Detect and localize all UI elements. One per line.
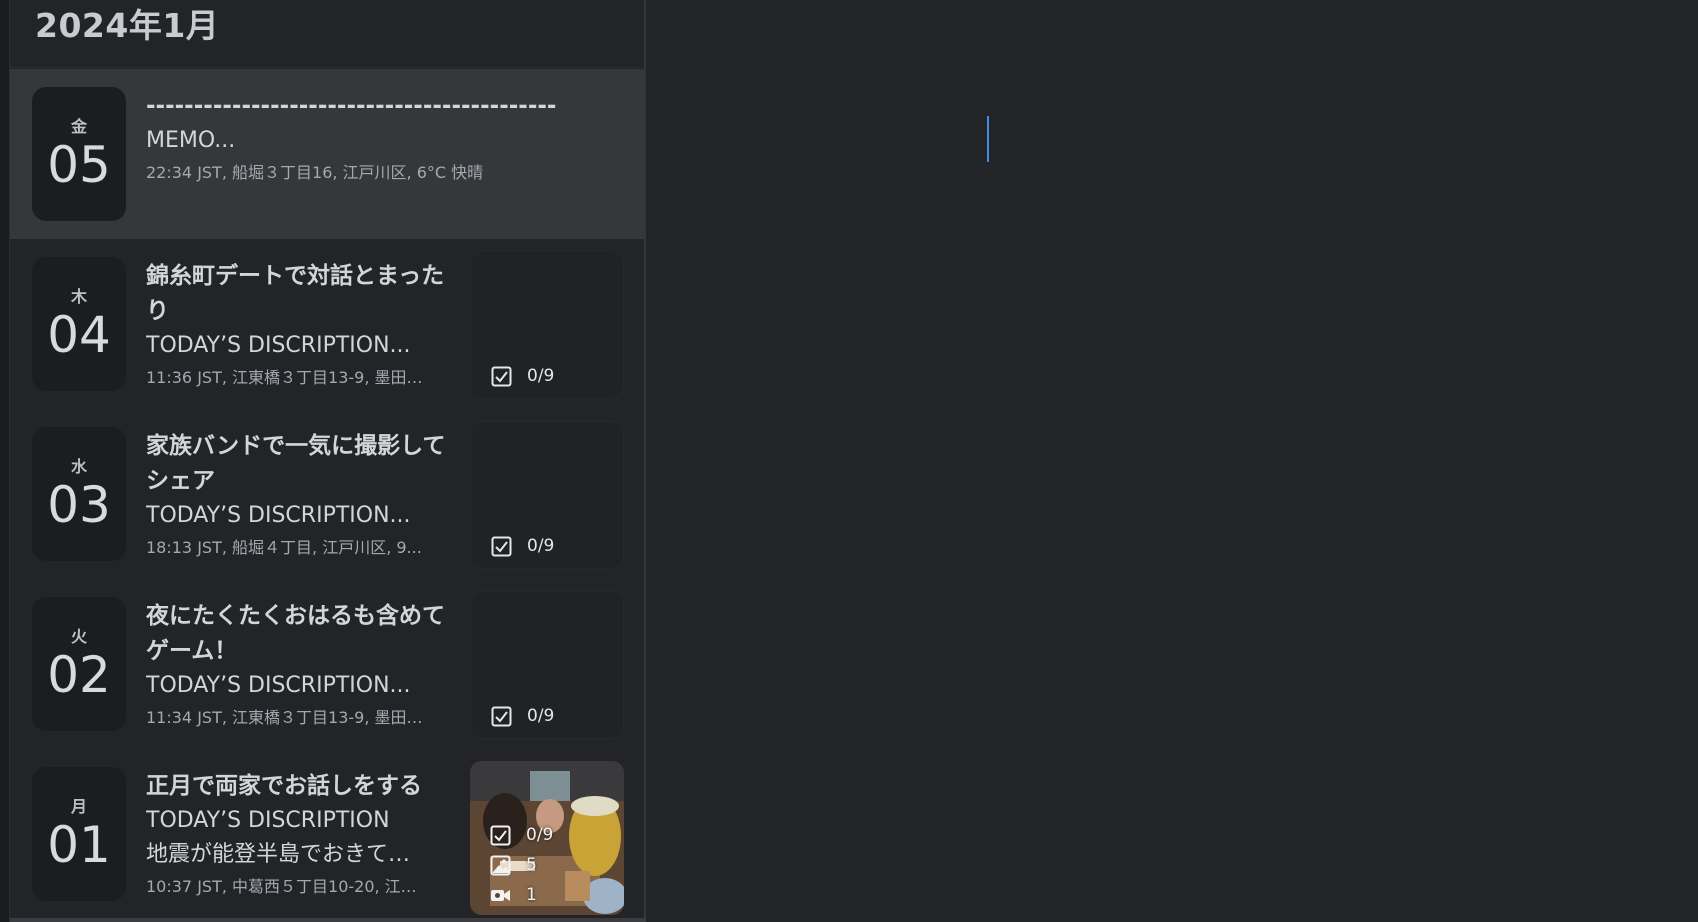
journal-entry-03[interactable]: 水 03 家族バンドで一気に撮影してシェア TODAY’S DISCRIPTIO… bbox=[10, 409, 644, 579]
entry-description-line2: 地震が能登半島でおきて… bbox=[146, 842, 411, 867]
entry-editor[interactable] bbox=[648, 0, 1698, 922]
journal-entry-04[interactable]: 木 04 錦糸町デートで対話とまったり TODAY’S DISCRIPTION.… bbox=[10, 239, 644, 409]
entry-title: 夜にたくたくおはるも含めてゲーム！ bbox=[146, 603, 445, 664]
task-count: 0/9 bbox=[491, 534, 554, 558]
journal-entry-05[interactable]: 金 05 -----------------------------------… bbox=[10, 69, 644, 239]
journal-entry-01[interactable]: 月 01 正月で両家でお話しをする TODAY’S DISCRIPTION 地震… bbox=[10, 749, 644, 919]
entry-meta: 11:36 JST, 江東橋３丁目13-9, 墨田… bbox=[146, 368, 423, 387]
month-header: 2024年1月 bbox=[10, 0, 644, 68]
weekday-label: 火 bbox=[70, 627, 87, 646]
date-tile: 木 04 bbox=[32, 257, 126, 391]
entry-text: 錦糸町デートで対話とまったり TODAY’S DISCRIPTION... 11… bbox=[146, 259, 466, 393]
task-count-label: 0/9 bbox=[527, 366, 555, 386]
date-tile: 火 02 bbox=[32, 597, 126, 731]
photo-icon bbox=[490, 855, 511, 876]
entry-description: TODAY’S DISCRIPTION... bbox=[146, 503, 411, 528]
sidebar-scroll-edge bbox=[10, 918, 646, 922]
entry-text: 家族バンドで一気に撮影してシェア TODAY’S DISCRIPTION... … bbox=[146, 429, 466, 563]
attachment-preview[interactable]: 0/9 bbox=[470, 421, 624, 569]
task-count: 0/9 bbox=[491, 364, 554, 388]
entry-description: MEMO... bbox=[146, 128, 236, 153]
date-tile: 月 01 bbox=[32, 767, 126, 901]
entry-meta: 22:34 JST, 船堀３丁目16, 江戸川区, 6°C 快晴 bbox=[146, 163, 484, 182]
entry-title: ----------------------------------------… bbox=[146, 93, 557, 119]
attachment-preview[interactable]: 0/9 bbox=[470, 251, 624, 399]
entry-title: 正月で両家でお話しをする bbox=[146, 773, 422, 799]
checkbox-icon bbox=[490, 825, 511, 846]
weekday-label: 金 bbox=[70, 117, 87, 136]
photo-thumbnail[interactable]: 0/9 5 1 bbox=[470, 761, 624, 915]
photo-count-label: 5 bbox=[526, 855, 537, 875]
weekday-label: 月 bbox=[70, 797, 87, 816]
entry-description: TODAY’S DISCRIPTION bbox=[146, 808, 390, 833]
entry-text: 正月で両家でお話しをする TODAY’S DISCRIPTION 地震が能登半島… bbox=[146, 769, 466, 902]
date-tile: 金 05 bbox=[32, 87, 126, 221]
day-number: 01 bbox=[47, 816, 111, 874]
video-camera-icon bbox=[490, 885, 511, 906]
weekday-label: 木 bbox=[70, 287, 87, 306]
text-caret bbox=[987, 116, 989, 162]
entry-text: 夜にたくたくおはるも含めてゲーム！ TODAY’S DISCRIPTION...… bbox=[146, 599, 466, 733]
journal-entry-02[interactable]: 火 02 夜にたくたくおはるも含めてゲーム！ TODAY’S DISCRIPTI… bbox=[10, 579, 644, 749]
day-number: 02 bbox=[47, 646, 111, 704]
entry-meta: 18:13 JST, 船堀４丁目, 江戸川区, 9... bbox=[146, 538, 422, 557]
photo-count: 5 bbox=[490, 853, 537, 877]
entry-meta: 11:34 JST, 江東橋３丁目13-9, 墨田… bbox=[146, 708, 423, 727]
checkbox-icon bbox=[491, 706, 512, 727]
entry-description: TODAY’S DISCRIPTION... bbox=[146, 333, 411, 358]
entry-description: TODAY’S DISCRIPTION... bbox=[146, 673, 411, 698]
entry-text: ----------------------------------------… bbox=[146, 89, 616, 188]
day-number: 03 bbox=[47, 476, 111, 534]
task-count-label: 0/9 bbox=[527, 536, 555, 556]
day-number: 05 bbox=[47, 136, 111, 194]
month-title: 2024年1月 bbox=[35, 6, 220, 45]
day-number: 04 bbox=[47, 306, 111, 364]
entry-title: 錦糸町デートで対話とまったり bbox=[146, 263, 445, 324]
checkbox-icon bbox=[491, 366, 512, 387]
task-count: 0/9 bbox=[491, 704, 554, 728]
attachment-preview[interactable]: 0/9 bbox=[470, 591, 624, 739]
left-edge-strip bbox=[0, 0, 10, 922]
entry-meta: 10:37 JST, 中葛西５丁目10-20, 江… bbox=[146, 877, 417, 896]
video-count-label: 1 bbox=[526, 885, 537, 905]
weekday-label: 水 bbox=[70, 457, 87, 476]
date-tile: 水 03 bbox=[32, 427, 126, 561]
journal-app: 2024年1月 金 05 ---------------------------… bbox=[0, 0, 1698, 922]
entry-list-sidebar[interactable]: 2024年1月 金 05 ---------------------------… bbox=[10, 0, 646, 922]
task-count-label: 0/9 bbox=[527, 706, 555, 726]
video-count: 1 bbox=[490, 883, 537, 907]
task-count-label: 0/9 bbox=[526, 825, 554, 845]
entry-title: 家族バンドで一気に撮影してシェア bbox=[146, 433, 446, 494]
checkbox-icon bbox=[491, 536, 512, 557]
task-count: 0/9 bbox=[490, 823, 553, 847]
